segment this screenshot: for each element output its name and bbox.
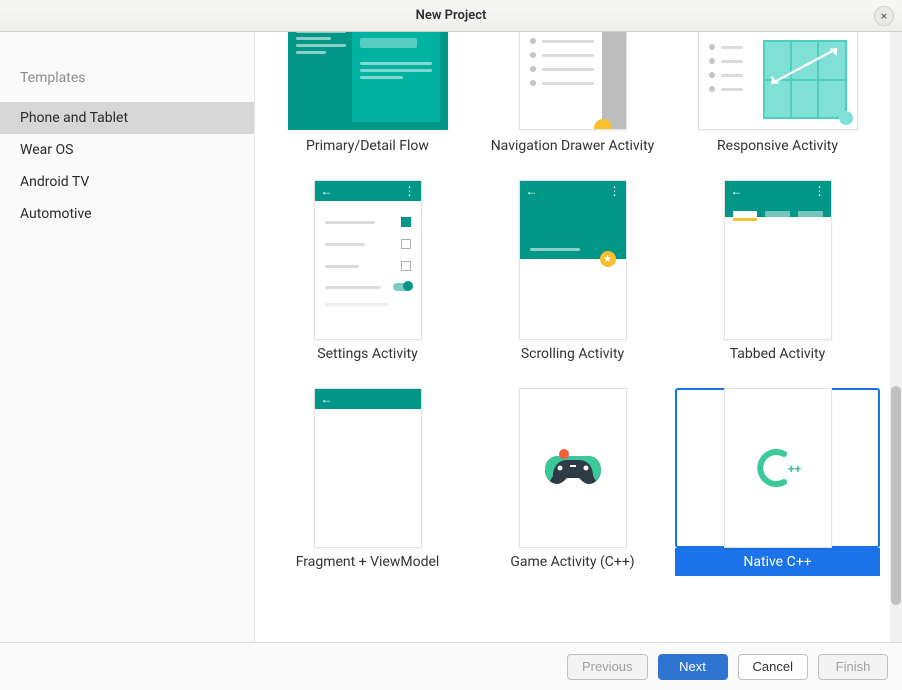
template-thumb: ← ⋮ [265,180,470,340]
responsive-mock [698,32,858,130]
svg-text:++: ++ [788,462,802,476]
template-label: Scrolling Activity [470,340,675,368]
previous-button[interactable]: Previous [567,654,648,680]
template-thumb: ← ⋮ [675,180,880,340]
content-area: Templates Phone and Tablet Wear OS Andro… [0,32,902,643]
scrolling-mock: ← ⋮ ★ [519,180,627,340]
sidebar: Templates Phone and Tablet Wear OS Andro… [0,32,255,642]
template-card-nav-drawer[interactable]: Navigation Drawer Activity [470,32,675,160]
back-arrow-icon: ← [731,185,743,197]
template-thumb [470,388,675,548]
cancel-button[interactable]: Cancel [738,654,808,680]
cpp-icon: ++ [748,446,808,490]
template-thumb: ← ⋮ ★ [470,180,675,340]
template-card-settings[interactable]: ← ⋮ Settings Activity [265,180,470,368]
star-icon: ★ [600,251,616,267]
template-gallery: Primary/Detail Flow [255,32,890,642]
window-title: New Project [416,8,487,23]
template-card-scrolling[interactable]: ← ⋮ ★ Scrolling Activity [470,180,675,368]
template-thumb: ++ [675,388,880,548]
sidebar-section-title: Templates [0,60,254,102]
back-arrow-icon: ← [321,185,333,197]
back-arrow-icon: ← [526,185,538,197]
more-icon: ⋮ [814,185,825,197]
sidebar-item-wear-os[interactable]: Wear OS [0,134,254,166]
template-label: Native C++ [675,548,880,576]
more-icon: ⋮ [404,185,415,197]
template-thumb [675,32,880,132]
template-label: Fragment + ViewModel [265,548,470,576]
template-label: Settings Activity [265,340,470,368]
fragment-mock: ← [314,388,422,548]
template-card-fragment-vm[interactable]: ← Fragment + ViewModel [265,388,470,576]
template-card-game-cpp[interactable]: Game Activity (C++) [470,388,675,576]
back-arrow-icon: ← [321,393,333,405]
template-label: Responsive Activity [675,132,880,160]
template-card-primary-detail[interactable]: Primary/Detail Flow [265,32,470,160]
wizard-footer: Previous Next Cancel Finish [0,643,902,690]
settings-mock: ← ⋮ [314,180,422,340]
sidebar-item-automotive[interactable]: Automotive [0,198,254,230]
close-button[interactable]: × [874,6,894,26]
more-icon: ⋮ [609,185,620,197]
nav-drawer-mock [519,32,627,130]
template-card-responsive[interactable]: Responsive Activity [675,32,880,160]
template-label: Navigation Drawer Activity [470,132,675,160]
template-card-tabbed[interactable]: ← ⋮ Tabbed Activity [675,180,880,368]
template-card-native-cpp[interactable]: ++ Native C++ [675,388,880,576]
tabbed-mock: ← ⋮ [724,180,832,340]
vertical-scrollbar[interactable] [890,32,902,642]
template-label: Tabbed Activity [675,340,880,368]
finish-button[interactable]: Finish [818,654,888,680]
template-label: Primary/Detail Flow [265,132,470,160]
title-bar: New Project × [0,0,902,32]
gamepad-icon [543,448,603,488]
native-cpp-mock: ++ [724,388,832,548]
sidebar-item-phone-tablet[interactable]: Phone and Tablet [0,102,254,134]
sidebar-item-android-tv[interactable]: Android TV [0,166,254,198]
template-label: Game Activity (C++) [470,548,675,576]
template-thumb [265,32,470,132]
scrollbar-thumb[interactable] [891,386,901,606]
close-icon: × [881,9,887,23]
template-thumb: ← [265,388,470,548]
game-mock [519,388,627,548]
primary-detail-mock [288,32,448,130]
main-pane: Primary/Detail Flow [255,32,902,642]
template-thumb [470,32,675,132]
next-button[interactable]: Next [658,654,728,680]
